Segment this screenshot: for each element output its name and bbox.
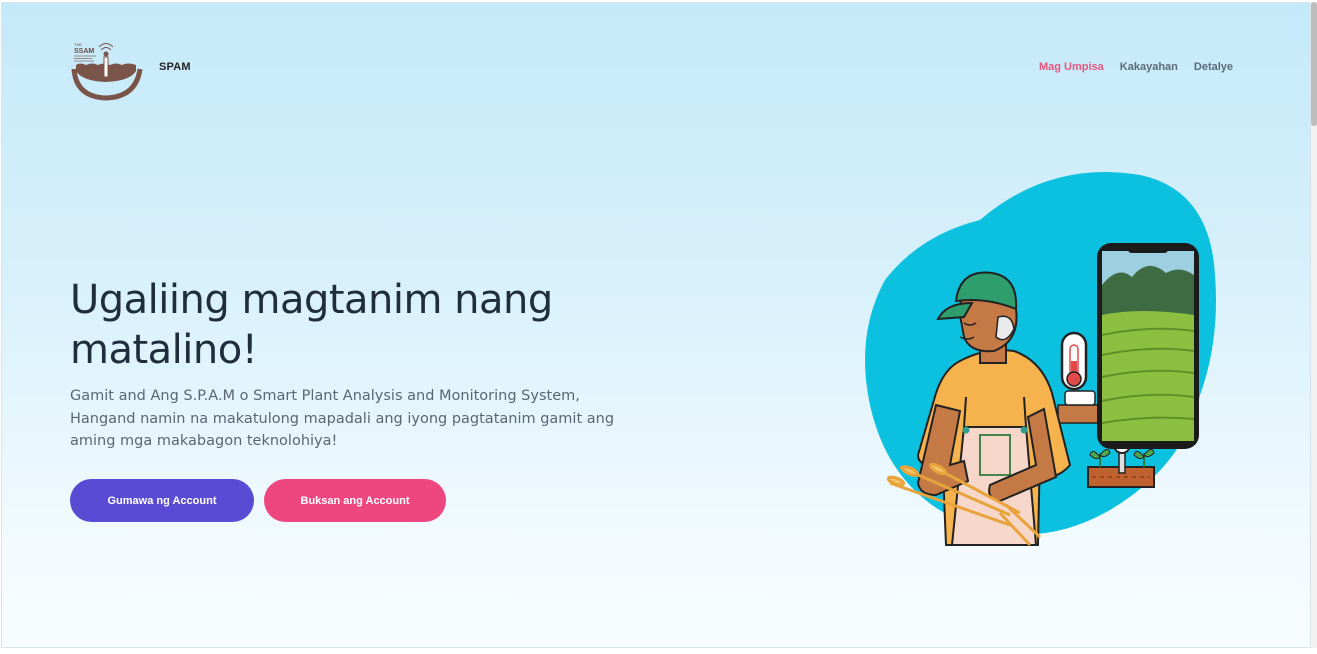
- soil-sensor-logo-icon: THE SSAM: [71, 42, 143, 101]
- nav-item-mag-umpisa[interactable]: Mag Umpisa: [1039, 61, 1104, 73]
- hero-description: Gamit and Ang S.P.A.M o Smart Plant Anal…: [70, 388, 615, 449]
- nav-item-detalye[interactable]: Detalye: [1194, 61, 1233, 73]
- scrollbar-thumb[interactable]: [1311, 2, 1317, 126]
- smartphone-icon: [1097, 243, 1199, 449]
- hero-title: Ugaliing magtanim nang matalino!: [70, 277, 553, 373]
- top-nav: Mag Umpisa Kakayahan Detalye: [1039, 61, 1233, 73]
- hero-illustration: [860, 165, 1240, 555]
- svg-text:THE: THE: [74, 42, 82, 47]
- page-scrollbar[interactable]: [1311, 2, 1317, 648]
- page-viewport: THE SSAM SPAM Mag Umpisa Kakayahan Detal…: [1, 2, 1311, 648]
- create-account-button[interactable]: Gumawa ng Account: [70, 479, 254, 522]
- nav-item-kakayahan[interactable]: Kakayahan: [1120, 61, 1178, 73]
- svg-text:SSAM: SSAM: [74, 48, 94, 55]
- brand-name[interactable]: SPAM: [159, 61, 191, 73]
- brand-logo[interactable]: THE SSAM: [70, 41, 148, 101]
- open-account-button[interactable]: Buksan ang Account: [264, 479, 446, 522]
- thermometer-icon: [1060, 331, 1088, 391]
